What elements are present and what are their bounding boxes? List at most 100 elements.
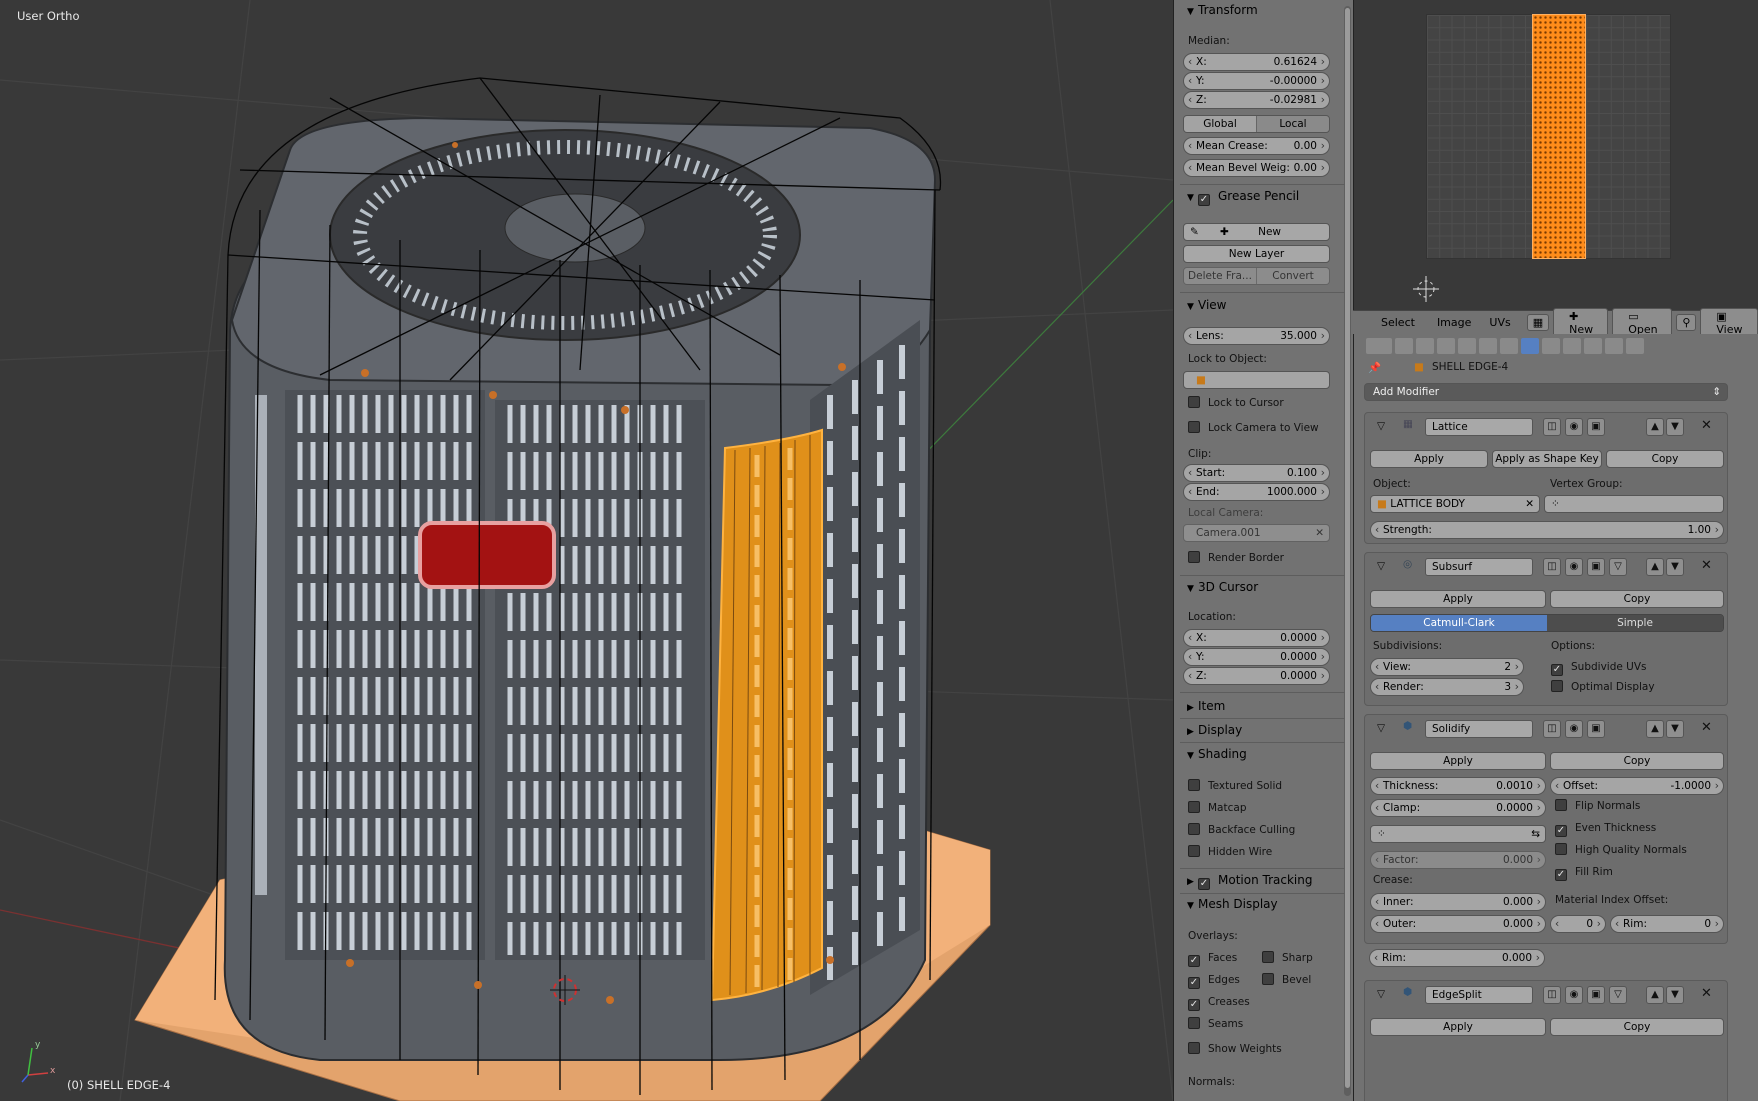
median-x-field[interactable]: X:0.61624 — [1183, 53, 1330, 71]
solidify-name-field[interactable]: Solidify — [1425, 720, 1533, 738]
edgesplit-name-field[interactable]: EdgeSplit — [1425, 986, 1533, 1004]
editmode-icon[interactable]: ▣ — [1587, 418, 1605, 436]
lock-object-field[interactable]: ■ — [1183, 371, 1330, 389]
solidify-copy-button[interactable]: Copy — [1550, 752, 1724, 770]
catmull-clark-option[interactable]: Catmull-Clark — [1371, 615, 1547, 631]
material-rim-field[interactable]: Rim:0 — [1610, 915, 1724, 933]
view-mode-button[interactable]: ▣ View — [1700, 307, 1758, 338]
select-menu[interactable]: Select — [1381, 316, 1415, 329]
modifiers-tab-icon[interactable] — [1521, 338, 1539, 354]
remove-modifier-icon[interactable]: ✕ — [1701, 558, 1712, 573]
subdivide-uvs-checkbox[interactable]: ✓ Subdivide UVs — [1551, 660, 1647, 676]
factor-field[interactable]: Factor:0.000 — [1370, 851, 1546, 869]
edgesplit-apply-button[interactable]: Apply — [1370, 1018, 1546, 1036]
display-header[interactable]: ▶ Display — [1187, 723, 1242, 737]
creases-checkbox[interactable]: ✓ Creases — [1188, 995, 1250, 1011]
remove-modifier-icon[interactable]: ✕ — [1701, 418, 1712, 433]
lattice-apply-button[interactable]: Apply — [1370, 450, 1488, 468]
remove-modifier-icon[interactable]: ✕ — [1701, 986, 1712, 1001]
show-weights-checkbox[interactable]: Show Weights — [1188, 1042, 1282, 1056]
mesh-display-header[interactable]: ▼ Mesh Display — [1187, 897, 1278, 911]
edges-checkbox[interactable]: ✓ Edges — [1188, 973, 1240, 989]
editmode-icon[interactable]: ▣ — [1587, 986, 1605, 1004]
cage-icon[interactable]: ▽ — [1609, 558, 1627, 576]
median-y-field[interactable]: Y:-0.00000 — [1183, 72, 1330, 90]
lattice-apply-shape-button[interactable]: Apply as Shape Key — [1492, 450, 1602, 468]
data-tab-icon[interactable] — [1542, 338, 1560, 354]
eye-icon[interactable]: ◉ — [1565, 558, 1583, 576]
pin-icon[interactable]: ⚲ — [1676, 314, 1697, 331]
grease-pencil-checkbox[interactable]: ✓ — [1198, 194, 1210, 206]
physics-tab-icon[interactable] — [1626, 338, 1644, 354]
shading-header[interactable]: ▼ Shading — [1187, 747, 1247, 761]
close-icon[interactable]: ✕ — [1315, 525, 1324, 541]
texture-tab-icon[interactable] — [1584, 338, 1602, 354]
close-icon[interactable]: ✕ — [1525, 496, 1534, 512]
editmode-icon[interactable]: ▣ — [1587, 720, 1605, 738]
convert-button[interactable]: Convert — [1257, 268, 1329, 284]
move-down-icon[interactable]: ▼ — [1666, 418, 1684, 436]
eye-icon[interactable]: ◉ — [1565, 986, 1583, 1004]
grease-pencil-header[interactable]: ▼ ✓ Grease Pencil — [1187, 189, 1299, 206]
hidden-wire-checkbox[interactable]: Hidden Wire — [1188, 845, 1272, 859]
view-header[interactable]: ▼ View — [1187, 298, 1226, 312]
move-up-icon[interactable]: ▲ — [1646, 720, 1664, 738]
subsurf-name-field[interactable]: Subsurf — [1425, 558, 1533, 576]
matcap-checkbox[interactable]: Matcap — [1188, 801, 1246, 815]
item-header[interactable]: ▶ Item — [1187, 699, 1225, 713]
lattice-object-field[interactable]: ■ LATTICE BODY ✕ — [1370, 495, 1540, 513]
remove-modifier-icon[interactable]: ✕ — [1701, 720, 1712, 735]
subsurf-view-field[interactable]: View:2 — [1370, 658, 1524, 676]
render-border-checkbox[interactable]: Render Border — [1188, 551, 1284, 565]
grease-new-button[interactable]: ✎ ✚ New — [1183, 223, 1330, 241]
lattice-name-field[interactable]: Lattice — [1425, 418, 1533, 436]
move-down-icon[interactable]: ▼ — [1666, 986, 1684, 1004]
flip-normals-checkbox[interactable]: Flip Normals — [1555, 799, 1640, 813]
median-z-field[interactable]: Z:-0.02981 — [1183, 91, 1330, 109]
vertex-group-field[interactable]: ⁘ — [1544, 495, 1724, 513]
clip-start-field[interactable]: Start:0.100 — [1183, 464, 1330, 482]
cursor-z-field[interactable]: Z:0.0000 — [1183, 667, 1330, 685]
new-image-button[interactable]: ✚ New — [1553, 307, 1609, 338]
solidify-vertex-group-field[interactable]: ⁘ ⇆ — [1370, 825, 1546, 843]
faces-checkbox[interactable]: ✓ Faces — [1188, 951, 1237, 967]
3d-viewport[interactable]: User Ortho (0) SHELL EDGE-4 y x — [0, 0, 1173, 1101]
move-down-icon[interactable]: ▼ — [1666, 558, 1684, 576]
local-button[interactable]: Local — [1257, 116, 1329, 132]
move-up-icon[interactable]: ▲ — [1646, 986, 1664, 1004]
mean-crease-field[interactable]: Mean Crease:0.00 — [1183, 137, 1330, 155]
cursor-y-field[interactable]: Y:0.0000 — [1183, 648, 1330, 666]
particles-tab-icon[interactable] — [1605, 338, 1623, 354]
move-down-icon[interactable]: ▼ — [1666, 720, 1684, 738]
collapse-icon[interactable]: ▽ — [1377, 988, 1385, 1000]
collapse-icon[interactable]: ▽ — [1377, 420, 1385, 432]
inner-field[interactable]: Inner:0.000 — [1370, 893, 1546, 911]
subsurf-render-field[interactable]: Render:3 — [1370, 678, 1524, 696]
editmode-icon[interactable]: ▣ — [1587, 558, 1605, 576]
lock-camera-checkbox[interactable]: Lock Camera to View — [1188, 421, 1319, 435]
lattice-copy-button[interactable]: Copy — [1606, 450, 1724, 468]
render-toggle-icon[interactable]: ◫ — [1543, 720, 1561, 738]
render-toggle-icon[interactable]: ◫ — [1543, 558, 1561, 576]
lens-field[interactable]: Lens:35.000 — [1183, 327, 1330, 345]
clip-end-field[interactable]: End:1000.000 — [1183, 483, 1330, 501]
3d-cursor-header[interactable]: ▼ 3D Cursor — [1187, 580, 1258, 594]
textured-solid-checkbox[interactable]: Textured Solid — [1188, 779, 1282, 793]
constraints-tab-icon[interactable] — [1500, 338, 1518, 354]
image-browse-icon[interactable]: ▦ — [1526, 314, 1550, 331]
render-toggle-icon[interactable]: ◫ — [1543, 986, 1561, 1004]
strength-field[interactable]: Strength:1.00 — [1370, 521, 1724, 539]
transform-header[interactable]: ▼ Transform — [1187, 3, 1258, 17]
offset-field[interactable]: Offset:-1.0000 — [1550, 777, 1724, 795]
fill-rim-checkbox[interactable]: ✓ Fill Rim — [1555, 865, 1613, 881]
npanel-scrollbar[interactable] — [1344, 6, 1351, 1096]
editor-type-icon[interactable] — [1366, 338, 1392, 354]
delete-frame-button[interactable]: Delete Fra... — [1184, 268, 1257, 284]
motion-tracking-header[interactable]: ▶ ✓ Motion Tracking — [1187, 873, 1312, 890]
render-toggle-icon[interactable]: ◫ — [1543, 418, 1561, 436]
lock-to-cursor-checkbox[interactable]: Lock to Cursor — [1188, 396, 1284, 410]
uv-image-editor[interactable] — [1353, 0, 1758, 310]
thickness-field[interactable]: Thickness:0.0010 — [1370, 777, 1546, 795]
scene-tab-icon[interactable] — [1437, 338, 1455, 354]
clamp-field[interactable]: Clamp:0.0000 — [1370, 799, 1546, 817]
